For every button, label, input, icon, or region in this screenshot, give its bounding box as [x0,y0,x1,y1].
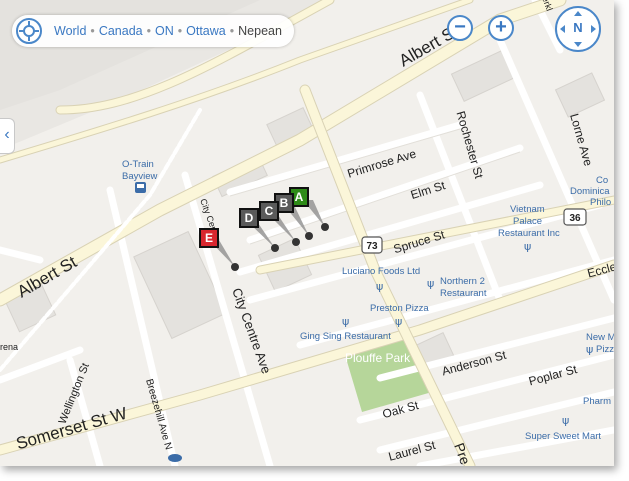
route-shield-36: 36 [563,208,587,226]
poi-pizz-fragment: Pizz [596,344,614,355]
restaurant-icon: ψ [427,277,434,290]
pin-b-label: B [279,196,289,210]
poi-bayview-label: Bayview [122,171,158,182]
compass-north-label: N [573,20,583,35]
poi-vietnam-label-3: Restaurant Inc [498,228,560,239]
breadcrumb-nepean: Nepean [238,24,282,38]
restaurant-icon: ψ [524,240,531,253]
restaurant-icon: ψ [562,414,569,427]
pin-e-label: E [204,231,213,245]
side-panel-toggle[interactable]: ‹ [0,118,15,154]
poi-philo-fragment: Philo [590,197,611,208]
breadcrumb-separator: • [177,24,183,38]
poi-new-m[interactable]: New M ψ Pizz [586,332,614,356]
car-icon [168,454,182,462]
location-breadcrumb: World • Canada • ON • Ottawa • Nepean [12,15,294,47]
poi-northern-2-label: Northern 2 [440,276,485,287]
poi-vietnam-label-2: Palace [513,216,542,227]
restaurant-icon: ψ [376,280,383,293]
breadcrumb-separator: • [146,24,151,38]
poi-super-sweet-mart-label: Super Sweet Mart [525,431,601,442]
breadcrumb-on[interactable]: ON [155,24,174,38]
park-label: Plouffe Park [345,351,411,365]
poi-o-train-label: O-Train [122,159,154,170]
poi-preston-pizza-label: Preston Pizza [370,303,429,314]
pin-d-label: D [244,211,254,225]
breadcrumb-ottawa[interactable]: Ottawa [186,24,226,38]
breadcrumb-world[interactable]: World [54,24,86,38]
breadcrumb-separator: • [229,24,235,38]
map-pin-e[interactable]: E [199,228,219,248]
breadcrumb-separator: • [90,24,95,38]
map-canvas[interactable]: 73 36 Albert St Albert St Primrose Ave E… [0,0,614,466]
map-pin-c[interactable]: C [259,201,279,221]
restaurant-icon: ψ [342,315,349,328]
map-pin-d[interactable]: D [239,208,259,228]
poi-northern-2-label-2: Restaurant [440,288,487,299]
chevron-left-icon: ‹ [4,126,10,143]
poi-luciano-label: Luciano Foods Ltd [342,266,420,277]
locate-button[interactable] [16,18,42,44]
poi-pharm[interactable]: Pharm [583,396,611,407]
map-frame[interactable]: 73 36 Albert St Albert St Primrose Ave E… [0,0,614,466]
route-shield-73: 73 [361,236,383,254]
pin-a-label: A [294,190,304,204]
poi-new-m-fragment: New M [586,332,614,343]
pin-c-label: C [264,204,274,218]
poi-pharm-fragment: Pharm [583,396,611,407]
restaurant-icon: ψ [586,343,593,356]
zoom-out-button[interactable]: − [447,15,473,41]
route-36-label: 36 [569,213,581,224]
zoom-in-button[interactable]: + [488,15,514,41]
poi-co-fragment: Co [596,175,608,186]
compass-control[interactable]: N [555,6,601,52]
restaurant-icon: ψ [395,315,402,328]
crosshair-icon [19,21,39,41]
poi-dominica-fragment: Dominica [570,186,610,197]
street-label-arena-fragment: rena [0,342,18,352]
breadcrumb-canada[interactable]: Canada [99,24,143,38]
route-73-label: 73 [366,241,378,252]
poi-vietnam-label-1: Vietnam [510,204,545,215]
poi-ging-sing-label: Ging Sing Restaurant [300,331,391,342]
